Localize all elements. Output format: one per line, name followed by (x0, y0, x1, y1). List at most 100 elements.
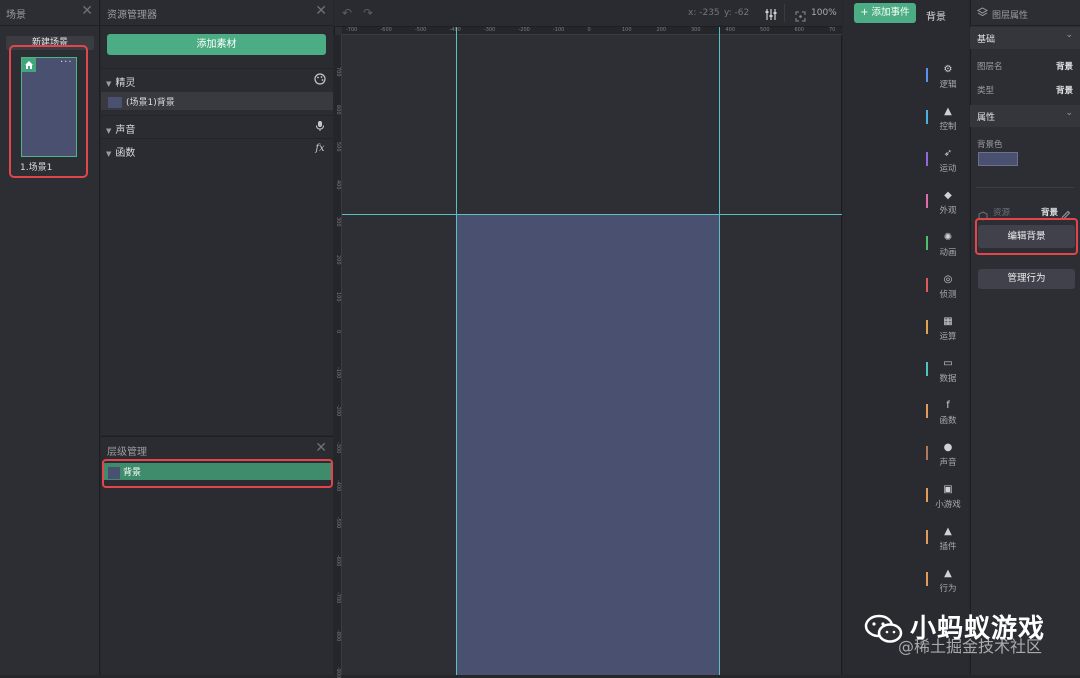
event-category-5[interactable]: ◎ 侦测 (926, 274, 968, 308)
scene-thumbnail[interactable] (21, 57, 77, 157)
ruler-tick-label: 0 (335, 329, 341, 333)
chevron-down-icon: ⌄ (1065, 30, 1073, 40)
layer-name-value: 背景 (1055, 62, 1073, 72)
caret-down-icon: ▼ (106, 80, 112, 88)
home-icon (22, 58, 36, 72)
close-icon[interactable]: ✕ (315, 3, 327, 19)
ruler-tick-label: 0 (587, 27, 591, 33)
redo-icon[interactable]: ↷ (363, 6, 373, 20)
event-category-9[interactable]: ● 声音 (926, 442, 968, 476)
sounds-section-header[interactable]: ▼ 声音 (101, 115, 333, 137)
background-layer-area[interactable] (457, 215, 719, 675)
ruler-tick-label: 200 (656, 27, 667, 33)
layer-name-key: 图层名 (977, 62, 1003, 72)
undo-icon[interactable]: ↶ (342, 6, 352, 20)
bg-color-swatch[interactable] (978, 152, 1018, 166)
sensing-icon: ◎ (943, 274, 953, 285)
motion-icon: ➶ (943, 148, 953, 159)
layers-icon (976, 7, 989, 21)
bg-color-key: 背景色 (977, 140, 1003, 150)
event-category-label: 外观 (939, 206, 957, 216)
basic-section-label: 基础 (977, 35, 996, 45)
sprite-item[interactable]: (场景1)背景 (101, 92, 333, 110)
ruler-tick-label: -300 (335, 442, 341, 454)
event-category-label: 动画 (939, 248, 957, 258)
ruler-vertical: 700 600 500 400 300 200 100 0 -100 -200 -300 -400 -5… (334, 35, 342, 678)
resource-key: 资源 (993, 208, 1011, 218)
event-category-label: 数据 (939, 374, 957, 384)
close-icon[interactable]: ✕ (81, 3, 93, 19)
attributes-section-header[interactable]: 属性 ⌄ (970, 105, 1080, 127)
adjust-sliders-icon[interactable] (765, 6, 777, 25)
event-category-label: 行为 (939, 584, 957, 594)
scene-label: 1.场景1 (20, 163, 53, 173)
ruler-tick-label: 100 (335, 292, 341, 302)
guide-line-vertical-right (719, 27, 720, 675)
control-icon: ▲ (944, 106, 952, 117)
add-event-button[interactable]: + 添加事件 (854, 3, 916, 23)
event-category-label: 声音 (939, 458, 957, 468)
ruler-tick-label: 700 (335, 67, 341, 77)
sprite-thumbnail (108, 97, 122, 108)
more-options-icon[interactable]: ··· (60, 58, 73, 68)
animation-icon: ✺ (943, 232, 953, 243)
event-category-10[interactable]: ▣ 小游戏 (926, 484, 968, 518)
ruler-tick-label: 100 (622, 27, 632, 33)
resource-value: 背景 (1040, 208, 1058, 218)
fit-screen-icon[interactable] (795, 7, 806, 26)
ruler-tick-label: 300 (691, 27, 701, 33)
appearance-icon: ◆ (944, 190, 952, 201)
ruler-tick-label: 600 (794, 27, 805, 33)
event-layer-label: 背景 (926, 12, 946, 23)
resource-manager-panel: 资源管理器 ✕ (101, 0, 333, 435)
logic-icon: ⚙ (943, 64, 953, 75)
event-category-1[interactable]: ▲ 控制 (926, 106, 968, 140)
properties-divider (976, 187, 1074, 188)
event-category-12[interactable]: ▲ 行为 (926, 568, 968, 602)
event-category-7[interactable]: ▭ 数据 (926, 358, 968, 392)
sounds-section-label: 声音 (115, 125, 136, 136)
layer-properties-panel (970, 0, 1080, 675)
zoom-level[interactable]: 100% (811, 8, 837, 18)
palette-icon[interactable] (313, 73, 327, 87)
ruler-tick-label: 400 (335, 179, 341, 190)
ruler-tick-label: -200 (335, 404, 341, 416)
ruler-tick-label: -900 (335, 667, 341, 678)
event-category-label: 侦测 (939, 290, 957, 300)
ruler-tick-label: 500 (760, 27, 770, 33)
scene-panel-title: 场景 (6, 10, 26, 21)
functions-section-label: 函数 (115, 148, 136, 159)
add-material-button[interactable]: 添加素材 (107, 34, 326, 55)
ruler-tick-label: -200 (518, 27, 530, 33)
event-category-4[interactable]: ✺ 动画 (926, 232, 968, 266)
manage-behavior-button[interactable]: 管理行为 (978, 269, 1075, 289)
ruler-tick-label: -300 (484, 27, 496, 33)
functions-section-header[interactable]: ▼ 函数 fx (101, 138, 333, 160)
event-category-6[interactable]: ▦ 运算 (926, 316, 968, 350)
guide-line-horizontal (342, 214, 842, 215)
coordinate-x: x: -235 (688, 8, 720, 18)
ruler-tick-label: -600 (380, 27, 392, 33)
ruler-tick-label: 400 (725, 27, 736, 33)
ruler-horizontal: -700-600-500-400-300-200-100010020030040… (342, 27, 842, 35)
sprite-item-label: (场景1)背景 (126, 98, 175, 108)
plugin-icon: ▲ (944, 526, 952, 537)
basic-section-header[interactable]: 基础 ⌄ (970, 27, 1080, 49)
event-category-label: 函数 (939, 416, 957, 426)
microphone-icon[interactable] (313, 120, 327, 134)
close-icon[interactable]: ✕ (315, 440, 327, 456)
event-category-3[interactable]: ◆ 外观 (926, 190, 968, 224)
event-category-2[interactable]: ➶ 运动 (926, 148, 968, 182)
type-key: 类型 (977, 86, 995, 96)
ruler-tick-label: -100 (335, 367, 341, 379)
sprites-section-header[interactable]: ▼ 精灵 (101, 68, 333, 90)
event-category-11[interactable]: ▲ 插件 (926, 526, 968, 560)
event-category-0[interactable]: ⚙ 逻辑 (926, 64, 968, 98)
function-icon: f (946, 400, 950, 411)
fx-icon[interactable]: fx (313, 143, 327, 157)
ruler-tick-label: 300 (335, 217, 341, 227)
resource-panel-title: 资源管理器 (107, 10, 157, 21)
event-category-8[interactable]: f 函数 (926, 400, 968, 434)
resource-panel-header: 资源管理器 ✕ (101, 0, 333, 26)
ruler-tick-label: 600 (335, 104, 341, 115)
